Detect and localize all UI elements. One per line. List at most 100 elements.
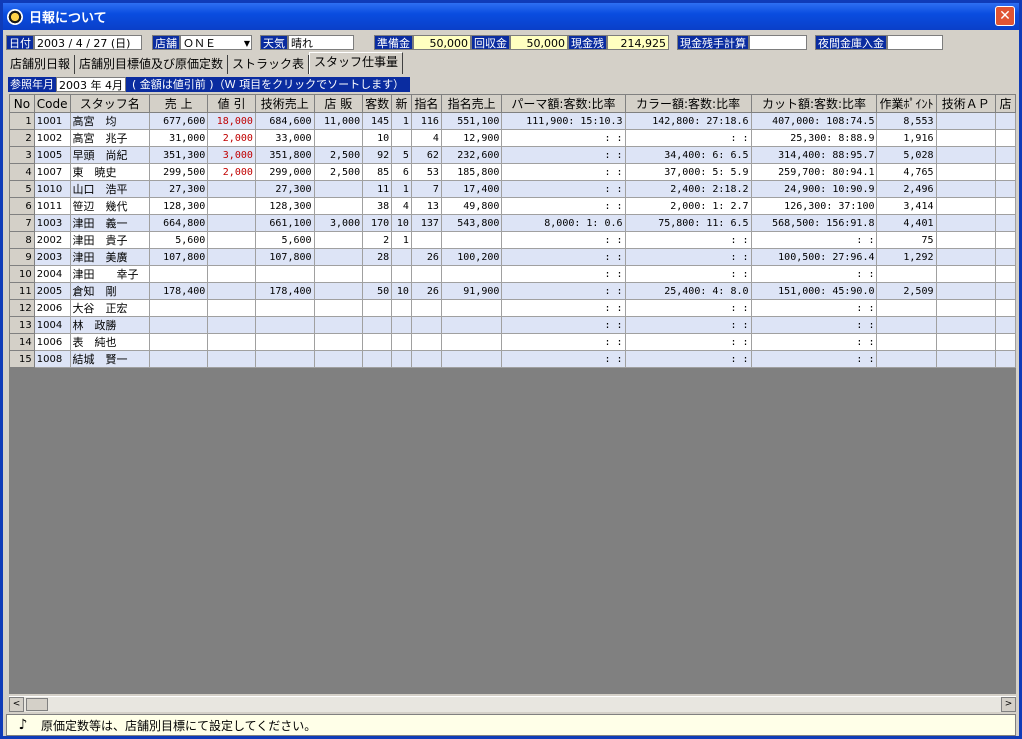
table-cell: 11: [9, 282, 35, 300]
table-cell: 2005: [33, 282, 71, 300]
column-header[interactable]: 指名: [410, 94, 442, 113]
collect-field[interactable]: 50,000: [510, 35, 568, 50]
table-cell: [313, 316, 364, 334]
staff-grid[interactable]: No Code スタッフ名売 上値 引技術売上店 販客数新指名 指名売上 パーマ額:客数…: [9, 94, 1016, 694]
table-row[interactable]: 14 1006 表 純也: :: :: :: [9, 333, 1016, 351]
table-cell: [207, 316, 256, 334]
column-header[interactable]: 技術ＡＰ: [935, 94, 997, 113]
store-select[interactable]: ＯＮＥ ▼: [180, 35, 252, 50]
table-cell: 2006: [33, 299, 71, 317]
table-cell: 661,100: [254, 214, 315, 232]
column-header[interactable]: 店: [995, 94, 1016, 113]
table-cell: : :: [624, 350, 752, 368]
reserve-field[interactable]: 50,000: [413, 35, 471, 50]
scroll-left-button[interactable]: <: [9, 697, 24, 712]
table-cell: 126,300: 37:100: [750, 197, 878, 215]
table-cell: 107,800: [254, 248, 315, 266]
scroll-thumb[interactable]: [26, 698, 48, 711]
table-cell: [362, 316, 393, 334]
table-row[interactable]: 8 2002 津田 貴子 5,600 5,600 2 1: :: :: :75: [9, 231, 1016, 249]
ref-note: ( 金額は値引前 )（Ｗ 項目をクリックでソートします）: [126, 77, 411, 92]
table-cell: [876, 316, 937, 334]
table-row[interactable]: 13 1004 林 政勝: :: :: :: [9, 316, 1016, 334]
weather-field[interactable]: 晴れ: [288, 35, 354, 50]
table-row[interactable]: 7 1003 津田 義一 664,800 661,100 3,000 170 10 137 543…: [9, 214, 1016, 232]
table-cell: 高宮 均: [69, 112, 150, 130]
tab-store-target[interactable]: 店舗別目標値及び原価定数: [75, 55, 229, 74]
table-cell: [148, 333, 209, 351]
table-cell: [391, 265, 412, 283]
table-row[interactable]: 9 2003 津田 美廣 107,800 107,800 28 26 100,200: :: …: [9, 248, 1016, 266]
table-cell: 10: [362, 129, 393, 147]
horizontal-scrollbar[interactable]: < >: [9, 696, 1016, 712]
table-cell: 27,300: [148, 180, 209, 198]
table-cell: [313, 129, 364, 147]
table-row[interactable]: 15 1008 結城 賢一: :: :: :: [9, 350, 1016, 368]
table-row[interactable]: 5 1010 山口 浩平 27,300 27,300 11 1 7 17,400: :2,400…: [9, 180, 1016, 198]
table-cell: [935, 180, 997, 198]
table-row[interactable]: 2 1002 高宮 兆子 31,000 2,000 33,000 10 4 12,900: ::…: [9, 129, 1016, 147]
table-cell: [995, 299, 1016, 317]
tab-staff-workload[interactable]: スタッフ仕事量: [309, 52, 404, 74]
table-cell: 26: [410, 282, 442, 300]
close-button[interactable]: ✕: [995, 6, 1015, 26]
column-header[interactable]: カット額:客数:比率: [750, 94, 878, 113]
table-cell: 8,000: 1: 0.6: [501, 214, 626, 232]
table-cell: 24,900: 10:90.9: [750, 180, 878, 198]
table-cell: 49,800: [440, 197, 503, 215]
column-header[interactable]: No: [9, 94, 35, 113]
table-cell: 2004: [33, 265, 71, 283]
title-bar[interactable]: 日報について ✕: [3, 3, 1019, 30]
table-cell: [313, 350, 364, 368]
table-row[interactable]: 12 2006 大谷 正宏: :: :: :: [9, 299, 1016, 317]
table-cell: [410, 265, 442, 283]
date-field[interactable]: 2003 / 4 / 27 (日): [34, 35, 142, 50]
table-cell: 178,400: [254, 282, 315, 300]
table-row[interactable]: 6 1011 笹辺 幾代 128,300 128,300 38 4 13 49,800: :2,…: [9, 197, 1016, 215]
table-cell: 1001: [33, 112, 71, 130]
note-icon: ♪: [18, 717, 28, 733]
cash-calc-field[interactable]: [749, 35, 807, 50]
table-cell: 早頭 尚紀: [69, 146, 150, 164]
table-cell: 3,000: [313, 214, 364, 232]
status-bar: ♪ 原価定数等は、店舗別目標にて設定してください。: [6, 714, 1016, 736]
column-header[interactable]: 店 販: [313, 94, 364, 113]
night-deposit-field[interactable]: [887, 35, 943, 50]
tab-store-daily[interactable]: 店舗別日報: [6, 55, 76, 74]
table-row[interactable]: 11 2005 倉知 剛 178,400 178,400 50 10 26 91,900: :2…: [9, 282, 1016, 300]
column-header[interactable]: 値 引: [207, 94, 256, 113]
column-header[interactable]: 指名売上: [440, 94, 503, 113]
column-header[interactable]: Code: [33, 94, 71, 113]
table-row[interactable]: 3 1005 早頭 尚紀 351,300 3,000 351,800 2,500 92 5 62 2…: [9, 146, 1016, 164]
tab-struck[interactable]: ストラック表: [228, 55, 310, 74]
table-row[interactable]: 4 1007 東 暁史 299,500 2,000 299,000 2,500 85 6 53 18…: [9, 163, 1016, 181]
table-row[interactable]: 10 2004 津田 幸子: :: :: :: [9, 265, 1016, 283]
table-cell: 10: [9, 265, 35, 283]
table-cell: : :: [750, 350, 878, 368]
table-cell: [935, 316, 997, 334]
table-row[interactable]: 1 1001 高宮 均 677,600 18,000 684,600 11,000 145 1 1…: [9, 112, 1016, 130]
table-cell: : :: [750, 333, 878, 351]
column-header[interactable]: 作業ﾎﾟｲﾝﾄ: [876, 94, 937, 113]
table-cell: 34,400: 6: 6.5: [624, 146, 752, 164]
table-cell: 1007: [33, 163, 71, 181]
table-cell: 2,000: [207, 129, 256, 147]
scroll-right-button[interactable]: >: [1001, 697, 1016, 712]
ref-month-field[interactable]: 2003 年 4月: [56, 77, 126, 92]
column-header[interactable]: 技術売上: [254, 94, 315, 113]
column-header[interactable]: 売 上: [148, 94, 209, 113]
dropdown-arrow-icon[interactable]: ▼: [244, 36, 250, 51]
night-deposit-label: 夜間金庫入金: [815, 35, 887, 50]
table-cell: 92: [362, 146, 393, 164]
cash-calc-label: 現金残手計算: [677, 35, 749, 50]
table-cell: 4: [9, 163, 35, 181]
table-cell: [410, 350, 442, 368]
table-cell: [391, 333, 412, 351]
column-header[interactable]: 客数: [362, 94, 393, 113]
column-header[interactable]: パーマ額:客数:比率: [501, 94, 626, 113]
table-cell: [207, 282, 256, 300]
info-bar: 日付 2003 / 4 / 27 (日) 店舗 ＯＮＥ ▼ 天気 晴れ 準備金 5…: [6, 34, 1016, 51]
column-header[interactable]: カラー額:客数:比率: [624, 94, 752, 113]
column-header[interactable]: スタッフ名: [69, 94, 150, 113]
column-header[interactable]: 新: [391, 94, 412, 113]
